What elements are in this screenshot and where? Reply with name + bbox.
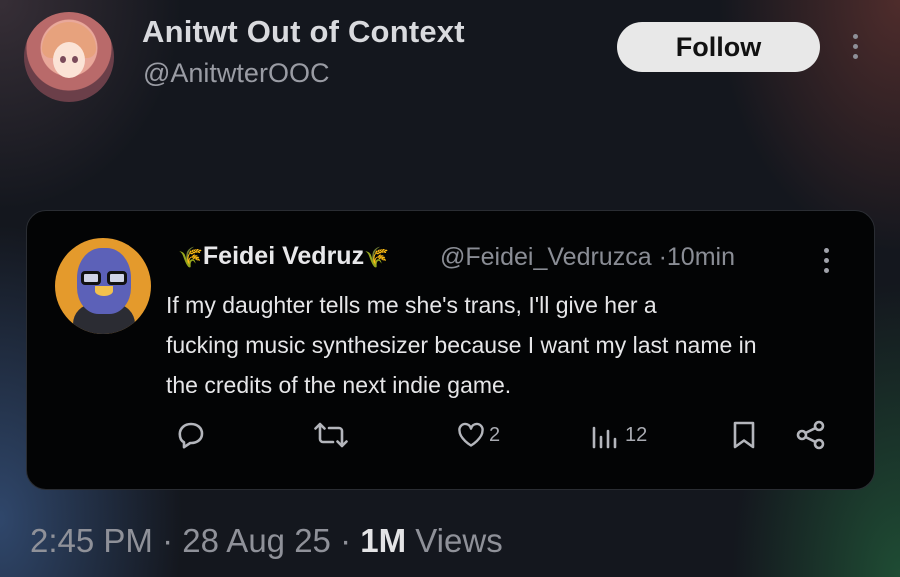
bookmark-button[interactable] bbox=[730, 420, 758, 450]
heart-icon bbox=[456, 420, 486, 450]
avatar-eye bbox=[60, 56, 66, 63]
separator: · bbox=[162, 522, 174, 559]
quoted-handle[interactable]: @Feidei_Vedruzca bbox=[440, 243, 652, 271]
separator: · bbox=[340, 522, 352, 559]
author-display-name[interactable]: Anitwt Out of Context bbox=[142, 14, 465, 50]
views-button[interactable]: 12 bbox=[590, 420, 647, 450]
retweet-icon bbox=[314, 420, 348, 450]
share-button[interactable] bbox=[795, 420, 827, 450]
separator: · bbox=[658, 243, 667, 271]
retweet-button[interactable] bbox=[314, 420, 348, 450]
follow-button[interactable]: Follow bbox=[617, 22, 820, 72]
like-button[interactable]: 2 bbox=[456, 420, 500, 450]
quoted-display-name[interactable]: 🌾Feidei Vedruz🌾 bbox=[178, 242, 389, 271]
author-avatar[interactable] bbox=[24, 12, 114, 102]
quoted-text-line: fucking music synthesizer because I want… bbox=[166, 332, 757, 358]
quoted-author-avatar[interactable] bbox=[55, 238, 151, 334]
quoted-post-text: If my daughter tells me she's trans, I'l… bbox=[166, 285, 856, 405]
quoted-time[interactable]: 10min bbox=[667, 243, 735, 271]
post-views-label: Views bbox=[415, 522, 503, 559]
post-views-count[interactable]: 1M bbox=[360, 522, 406, 559]
reply-button[interactable] bbox=[176, 420, 206, 450]
avatar-eye bbox=[72, 56, 78, 63]
avatar-glasses bbox=[79, 271, 131, 285]
quoted-text-line: the credits of the next indie game. bbox=[166, 372, 512, 398]
post-date[interactable]: 28 Aug 25 bbox=[182, 522, 331, 559]
wheat-emoji-icon: 🌾 bbox=[364, 247, 389, 269]
quoted-text-line: If my daughter tells me she's trans, I'l… bbox=[166, 292, 657, 318]
share-icon bbox=[795, 420, 827, 450]
more-options-icon[interactable] bbox=[846, 32, 866, 62]
like-count: 2 bbox=[489, 423, 501, 446]
post-time[interactable]: 2:45 PM bbox=[30, 522, 153, 559]
avatar-face bbox=[53, 42, 85, 78]
quoted-more-options-icon[interactable] bbox=[817, 246, 837, 276]
avatar-beak bbox=[95, 286, 113, 296]
reply-icon bbox=[176, 420, 206, 450]
quoted-name-text: Feidei Vedruz bbox=[202, 242, 365, 270]
post-metadata: 2:45 PM · 28 Aug 25 · 1M Views bbox=[30, 522, 503, 560]
views-bar-chart-icon bbox=[590, 420, 620, 450]
wheat-emoji-icon: 🌾 bbox=[178, 247, 203, 269]
author-handle[interactable]: @AnitwterOOC bbox=[143, 58, 329, 89]
bookmark-icon bbox=[730, 420, 758, 450]
views-count: 12 bbox=[625, 423, 648, 446]
quoted-handle-line: @Feidei_Vedruzca ·10min bbox=[440, 243, 735, 272]
